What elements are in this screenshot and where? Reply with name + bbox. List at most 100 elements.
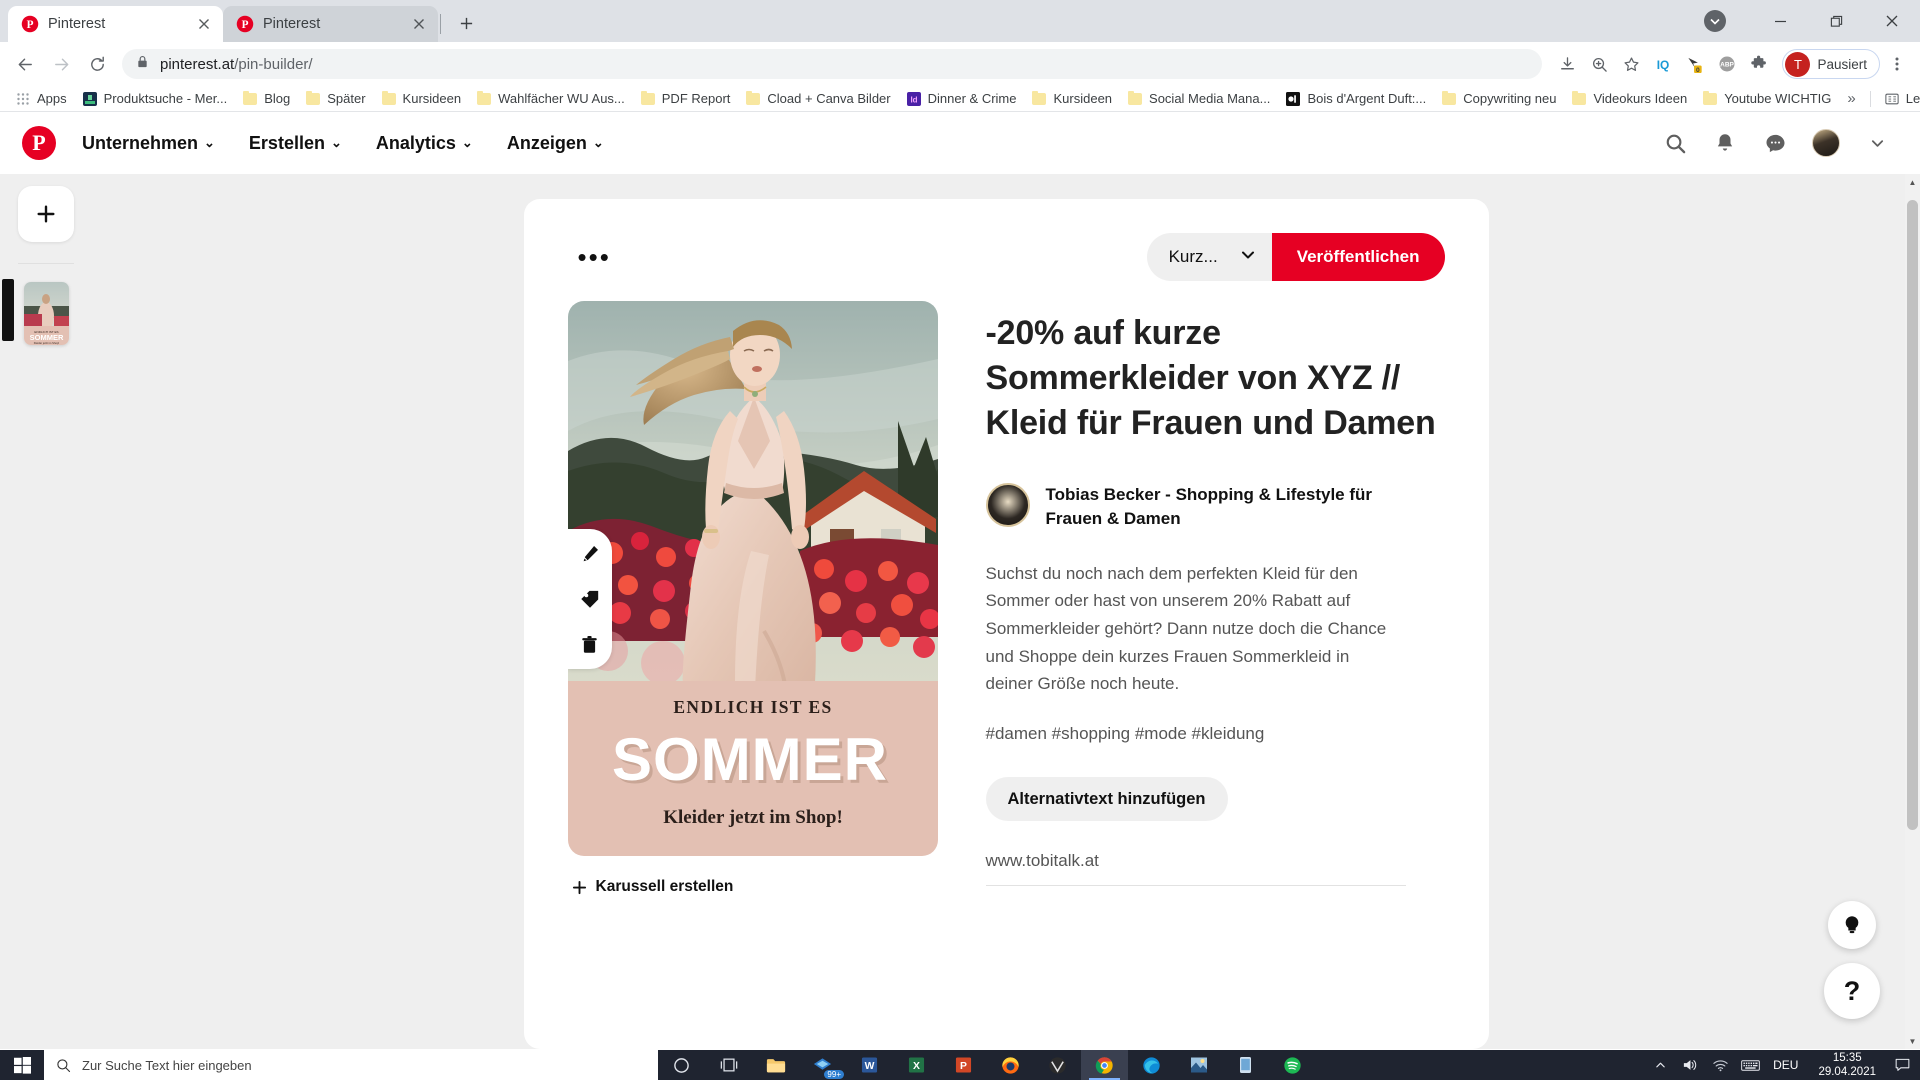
more-options-button[interactable]: ••• [568,240,621,274]
iq-extension-icon[interactable]: IQ [1648,49,1678,79]
taskbar-search[interactable]: Zur Suche Text hier eingeben [44,1050,658,1080]
phone-link-icon[interactable] [1222,1050,1269,1080]
board-select[interactable]: Kurz... [1146,233,1272,281]
volume-icon[interactable] [1675,1050,1705,1080]
page-scrollbar[interactable]: ▲ ▼ [1905,174,1920,1049]
bookmark-pdf-report[interactable]: PDF Report [633,88,739,109]
help-question-icon[interactable]: ? [1824,963,1880,1019]
wifi-icon[interactable] [1705,1050,1735,1080]
back-icon[interactable] [8,47,42,81]
create-carousel-button[interactable]: Karussell erstellen [568,856,938,896]
show-hidden-icons[interactable] [1645,1050,1675,1080]
pin-image[interactable]: ENDLICH IST ES SOMMER SOMMER Kleider jet… [567,301,938,856]
start-button[interactable] [0,1050,44,1080]
photos-icon[interactable] [1175,1050,1222,1080]
scroll-down-arrow[interactable]: ▼ [1905,1033,1920,1049]
idea-bulb-icon[interactable] [1828,901,1876,949]
zoom-icon[interactable] [1584,49,1614,79]
avatar[interactable] [1812,129,1840,157]
author-name: Tobias Becker - Shopping & Lifestyle für… [1045,484,1373,529]
clock[interactable]: 15:35 29.04.2021 [1806,1051,1888,1080]
bookmark-star-icon[interactable] [1616,49,1646,79]
bookmark-cload-canva[interactable]: Cload + Canva Bilder [738,88,898,109]
browser-tab-2[interactable]: P Pinterest [223,6,438,42]
new-tab-button[interactable] [449,6,483,40]
bookmark-videokurs[interactable]: Videokurs Ideen [1564,88,1695,109]
chevron-down-icon [1240,247,1256,268]
language-indicator[interactable]: DEU [1765,1058,1806,1072]
bookmark-kursideen-2[interactable]: Kursideen [1024,88,1120,109]
trash-icon[interactable] [579,633,601,655]
cortana-icon[interactable] [658,1050,705,1080]
onedrive-icon[interactable]: 99+ [799,1050,846,1080]
pin-thumbnail[interactable]: ENDLICH IST ES SOMMER Kleider jetzt im S… [23,282,69,345]
destination-url-input[interactable]: www.tobitalk.at [985,851,1406,887]
edge-icon[interactable] [1128,1050,1175,1080]
vivaldi-icon[interactable] [1034,1050,1081,1080]
nav-erstellen[interactable]: Erstellen ⌄ [235,123,356,164]
bookmark-spaeter[interactable]: Später [298,88,373,109]
pinterest-logo-icon[interactable]: P [22,126,56,160]
bookmark-bois-dargent[interactable]: Bois d'Argent Duft:... [1278,88,1434,109]
publish-button[interactable]: Veröffentlichen [1271,233,1445,281]
spotify-icon[interactable] [1269,1050,1316,1080]
bookmark-youtube[interactable]: Youtube WICHTIG [1695,88,1839,109]
messages-icon[interactable] [1762,130,1788,156]
grammarly-extension-icon[interactable]: 0 [1680,49,1710,79]
nav-label: Analytics [375,132,456,153]
scroll-up-arrow[interactable]: ▲ [1905,174,1920,190]
file-explorer-icon[interactable] [752,1050,799,1080]
chrome-icon[interactable] [1081,1050,1128,1080]
search-icon[interactable] [1662,130,1688,156]
add-pin-button[interactable] [18,186,74,242]
address-bar[interactable]: pinterest.at/pin-builder/ [122,49,1543,79]
extensions-puzzle-icon[interactable] [1744,49,1774,79]
task-view-icon[interactable] [705,1050,752,1080]
word-icon[interactable]: W [846,1050,893,1080]
chrome-menu-icon[interactable] [1882,47,1912,81]
bookmark-copywriting[interactable]: Copywriting neu [1434,88,1564,109]
bookmarks-overflow-button[interactable]: » [1839,87,1863,110]
powerpoint-icon[interactable]: P [940,1050,987,1080]
bookmark-dinner-crime[interactable]: Id Dinner & Crime [899,88,1025,109]
pin-description-input[interactable]: Suchst du noch nach dem perfekten Kleid … [986,560,1396,698]
avatar: T [1785,51,1811,77]
close-window-button[interactable] [1864,0,1920,42]
sync-status-icon[interactable] [1704,10,1726,32]
minimize-button[interactable] [1752,0,1808,42]
bookmark-produktsuche[interactable]: Produktsuche - Mer... [75,88,236,109]
firefox-icon[interactable] [987,1050,1034,1080]
maximize-button[interactable] [1808,0,1864,42]
pin-title-input[interactable]: -20% auf kurze Sommerkleider von XYZ // … [986,311,1445,447]
close-icon[interactable] [410,15,428,33]
profile-button[interactable]: T Pausiert [1782,49,1880,79]
pin-tags[interactable]: #damen #shopping #mode #kleidung [986,720,1445,748]
bookmark-social-media[interactable]: Social Media Mana... [1120,88,1278,109]
author-row[interactable]: Tobias Becker - Shopping & Lifestyle für… [985,482,1445,532]
download-icon[interactable] [1552,49,1582,79]
reload-icon[interactable] [80,47,114,81]
scrollbar-thumb[interactable] [1907,200,1918,830]
adblock-plus-icon[interactable]: ABP [1712,49,1742,79]
edit-pencil-icon[interactable] [579,543,601,565]
chevron-down-icon[interactable] [1864,130,1890,156]
dark-site-icon [1286,91,1301,106]
close-icon[interactable] [195,15,213,33]
bookmark-blog[interactable]: Blog [235,88,298,109]
browser-tab-1[interactable]: P Pinterest [8,6,223,42]
bookmark-wahlfaecher[interactable]: Wahlfächer WU Aus... [469,88,633,109]
forward-icon[interactable] [44,47,78,81]
keyboard-icon[interactable] [1735,1050,1765,1080]
floating-actions: ? [1824,901,1880,1019]
nav-analytics[interactable]: Analytics ⌄ [362,123,487,164]
bookmark-apps[interactable]: Apps [8,88,75,109]
nav-anzeigen[interactable]: Anzeigen ⌄ [493,123,618,164]
reading-list-button[interactable]: Leseliste [1877,88,1920,109]
excel-icon[interactable]: X [893,1050,940,1080]
bell-icon[interactable] [1712,130,1738,156]
tag-icon[interactable] [579,588,601,610]
bookmark-kursideen-1[interactable]: Kursideen [374,88,470,109]
add-alt-text-button[interactable]: Alternativtext hinzufügen [985,777,1228,822]
notifications-icon[interactable] [1888,1050,1916,1080]
nav-unternehmen[interactable]: Unternehmen ⌄ [68,123,229,164]
